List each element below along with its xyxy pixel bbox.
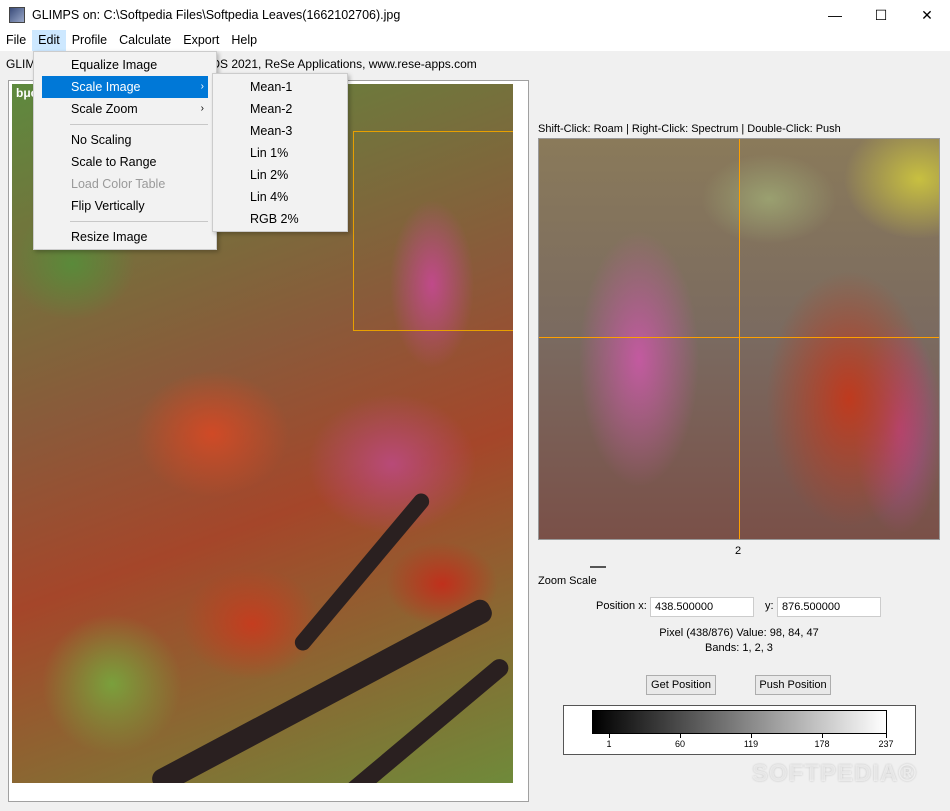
menu-item-no-scaling[interactable]: No Scaling — [34, 129, 216, 151]
minimize-button[interactable]: — — [812, 0, 858, 30]
color-scale-bar: 1 60 119 178 237 — [563, 705, 916, 755]
scale-image-submenu: Mean-1 Mean-2 Mean-3 Lin 1% Lin 2% Lin 4… — [212, 73, 348, 232]
menu-item-scale-image[interactable]: Scale Image › — [42, 76, 208, 98]
colorbar-tick — [751, 734, 752, 738]
chevron-right-icon: › — [200, 81, 204, 92]
grayscale-gradient — [592, 710, 887, 734]
colorbar-tick-label: 1 — [606, 739, 612, 749]
menu-separator — [70, 221, 208, 222]
submenu-item-mean-1[interactable]: Mean-1 — [213, 76, 347, 98]
menu-bar: File Edit Profile Calculate Export Help — [0, 30, 950, 51]
app-icon — [9, 7, 25, 23]
zoom-view[interactable] — [538, 138, 940, 540]
menu-file[interactable]: File — [0, 30, 32, 51]
colorbar-tick — [680, 734, 681, 738]
edit-menu: Equalize Image Scale Image › Scale Zoom › … — [33, 51, 217, 250]
menu-edit[interactable]: Edit — [32, 30, 66, 51]
submenu-item-mean-2[interactable]: Mean-2 — [213, 98, 347, 120]
submenu-item-lin-2[interactable]: Lin 2% — [213, 164, 347, 186]
menu-calculate[interactable]: Calculate — [113, 30, 177, 51]
menu-help[interactable]: Help — [225, 30, 263, 51]
get-position-button[interactable]: Get Position — [646, 675, 716, 695]
menu-item-flip-vertically[interactable]: Flip Vertically — [34, 195, 216, 217]
info-line-tail: ) DS 2021, ReSe Applications, www.rese-a… — [204, 57, 477, 71]
chevron-right-icon: › — [200, 103, 204, 114]
submenu-item-rgb-2[interactable]: RGB 2% — [213, 208, 347, 230]
position-y-field[interactable]: 876.500000 — [777, 597, 881, 617]
position-x-field[interactable]: 438.500000 — [650, 597, 754, 617]
menu-export[interactable]: Export — [177, 30, 225, 51]
crosshair-vertical — [739, 139, 740, 539]
push-position-button[interactable]: Push Position — [755, 675, 831, 695]
submenu-item-lin-4[interactable]: Lin 4% — [213, 186, 347, 208]
menu-separator — [70, 124, 208, 125]
submenu-item-mean-3[interactable]: Mean-3 — [213, 120, 347, 142]
pixel-value-info: Pixel (438/876) Value: 98, 84, 47 — [659, 627, 819, 639]
colorbar-tick — [609, 734, 610, 738]
colorbar-tick-label: 237 — [878, 739, 894, 749]
bands-info: Bands: 1, 2, 3 — [705, 642, 773, 654]
window-title: GLIMPS on: C:\Softpedia Files\Softpedia … — [32, 8, 401, 22]
info-line-start: GLIM — [6, 57, 36, 71]
zoom-selection-rectangle[interactable] — [353, 131, 513, 331]
menu-item-resize-image[interactable]: Resize Image — [34, 226, 216, 248]
zoom-slider[interactable] — [590, 566, 606, 568]
position-y-label: y: — [765, 600, 774, 612]
position-x-label: Position x: — [596, 600, 647, 612]
maximize-button[interactable]: ☐ — [858, 0, 904, 30]
title-bar: GLIMPS on: C:\Softpedia Files\Softpedia … — [0, 0, 950, 30]
colorbar-tick-label: 178 — [814, 739, 830, 749]
colorbar-tick — [886, 734, 887, 738]
zoom-factor: 2 — [735, 545, 742, 557]
menu-item-load-color-table: Load Color Table — [71, 177, 166, 191]
zoom-hint: Shift-Click: Roam | Right-Click: Spectru… — [538, 123, 841, 135]
info-line: GLIM ) DS 2021, ReSe Applications, www.r… — [6, 57, 477, 71]
menu-item-equalize-image[interactable]: Equalize Image — [34, 54, 216, 76]
colorbar-tick-label: 119 — [743, 739, 759, 749]
submenu-item-lin-1[interactable]: Lin 1% — [213, 142, 347, 164]
close-button[interactable]: ✕ — [904, 0, 950, 30]
zoom-scale-label: Zoom Scale — [538, 575, 597, 587]
colorbar-tick-label: 60 — [674, 739, 686, 749]
menu-item-scale-to-range[interactable]: Scale to Range — [34, 151, 216, 173]
menu-profile[interactable]: Profile — [66, 30, 113, 51]
watermark: SOFTPEDIA® — [752, 760, 918, 787]
branch-shape — [291, 490, 433, 654]
menu-item-scale-zoom[interactable]: Scale Zoom › — [34, 98, 216, 120]
colorbar-tick — [822, 734, 823, 738]
